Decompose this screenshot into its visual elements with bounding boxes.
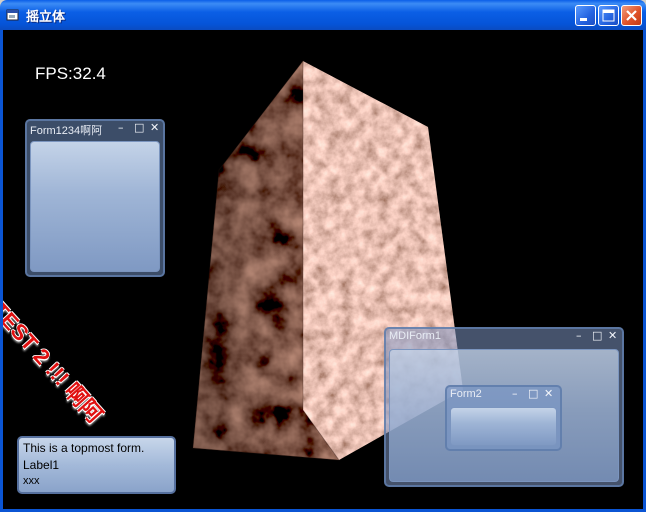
mdiform1-window[interactable]: MDIForm1 – □ ✕ Form2 – □ ✕ (384, 327, 624, 487)
topmost-form[interactable]: This is a topmost form. Label1 xxx (17, 436, 176, 494)
minimize-icon (580, 18, 587, 21)
form2-maximize-icon[interactable]: □ (528, 387, 538, 400)
app-window-icon (6, 9, 19, 21)
title-bar[interactable]: 摇立体 (0, 0, 646, 30)
form2-window[interactable]: Form2 – □ ✕ (445, 385, 562, 451)
form1234-client-area[interactable] (30, 141, 160, 272)
topmost-form-text: This is a topmost form. (23, 441, 145, 455)
form2-client-area[interactable] (450, 407, 557, 446)
label1: Label1 (23, 458, 60, 472)
minimize-button[interactable] (575, 5, 596, 26)
close-button[interactable] (621, 5, 642, 26)
render-viewport[interactable]: FPS:32.4 TEST 2 !!! 啊阿 Form1234啊阿 – □ ✕ … (3, 30, 643, 509)
form2-minimize-icon[interactable]: – (512, 387, 518, 400)
form1234-maximize-icon[interactable]: □ (134, 121, 144, 134)
form2-title: Form2 (450, 388, 482, 400)
mdiform1-title: MDIForm1 (389, 330, 441, 342)
form1234-title: Form1234啊阿 (30, 125, 103, 137)
form2-close-icon[interactable]: ✕ (544, 387, 553, 400)
mdiform1-minimize-icon[interactable]: – (576, 329, 582, 342)
mdiform1-close-icon[interactable]: ✕ (608, 329, 617, 342)
form1234-minimize-icon[interactable]: – (118, 121, 124, 134)
mdiform1-maximize-icon[interactable]: □ (592, 329, 602, 342)
xxx-label: xxx (23, 475, 40, 487)
form1234-window[interactable]: Form1234啊阿 – □ ✕ (25, 119, 165, 277)
close-icon (626, 10, 637, 21)
window-title: 摇立体 (26, 10, 66, 25)
form1234-close-icon[interactable]: ✕ (150, 121, 159, 134)
maximize-button[interactable] (598, 5, 619, 26)
fps-counter: FPS:32.4 (35, 64, 106, 83)
maximize-icon (602, 9, 615, 22)
